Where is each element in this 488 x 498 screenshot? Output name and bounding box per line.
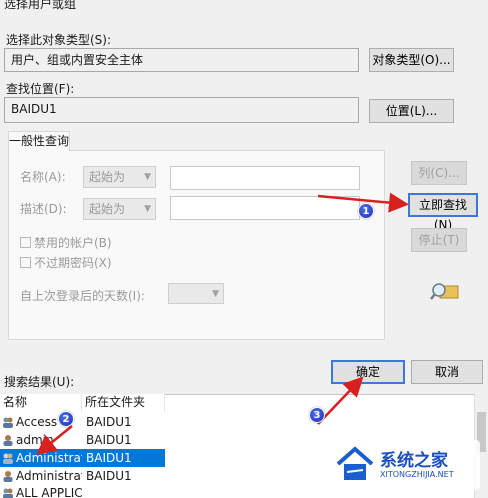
- arrow-2: [36, 425, 73, 456]
- watermark: 系统之家 XITONGZHIJIA.NET: [330, 440, 480, 490]
- arrow-1: [317, 192, 409, 213]
- watermark-url: XITONGZHIJIA.NET: [380, 470, 454, 479]
- callout-badge-3: 3: [309, 407, 325, 423]
- annotation-arrows: [36, 192, 409, 456]
- watermark-name: 系统之家: [380, 451, 448, 471]
- callout-badge-2: 2: [58, 411, 74, 427]
- callout-badge-1: 1: [358, 203, 374, 219]
- house-logo-icon: [336, 446, 374, 480]
